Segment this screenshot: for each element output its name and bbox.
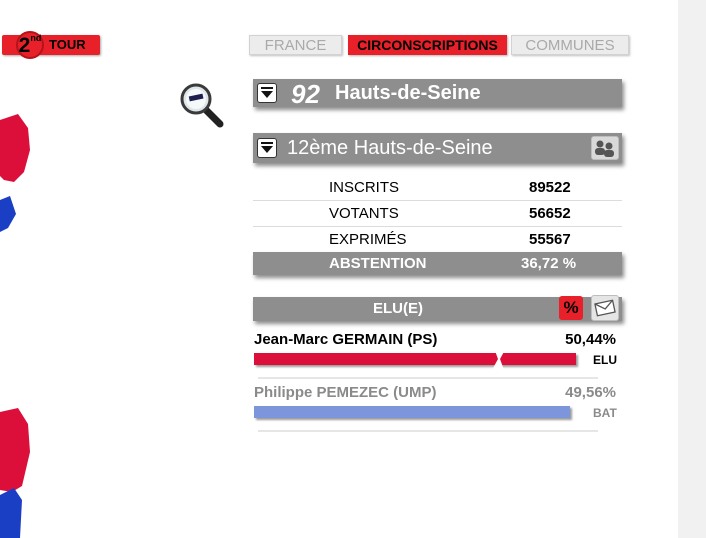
candidate-status: BAT [593,406,617,420]
stat-row-inscrits: INSCRITS 89522 [253,175,622,201]
candidate-percent: 50,44% [565,331,616,348]
candidate-status: ELU [593,353,617,367]
map-area-red-top [0,114,30,182]
department-header: 92 Hauts-de-Seine [253,79,622,109]
stat-label: VOTANTS [329,205,399,222]
round-label: TOUR [49,37,86,52]
elected-title: ELU(E) [373,300,423,317]
candidate-vote-bar [254,406,570,418]
map-area-blue-top [0,196,16,232]
map-area-red-bottom [0,408,30,492]
stat-value: 56652 [529,205,571,222]
candidate-name: Jean-Marc GERMAIN (PS) [254,331,438,348]
candidate-separator [258,377,598,379]
department-number: 92 [291,79,320,109]
stat-value: 55567 [529,231,571,248]
right-margin-strip [678,0,706,538]
candidate-percent: 49,56% [565,384,616,401]
department-toggle-icon[interactable] [257,83,277,103]
abstention-row: ABSTENTION 36,72 % [253,252,622,275]
constituency-map[interactable] [0,0,60,538]
envelope-icon[interactable] [591,295,619,321]
candidate-vote-bar [254,353,576,365]
bar-break-marker [492,348,506,370]
candidate-name: Philippe PEMEZEC (UMP) [254,384,437,401]
abstention-value: 36,72 % [521,255,577,272]
tab-circonscriptions[interactable]: CIRCONSCRIPTIONS [348,35,507,55]
stat-value: 89522 [529,179,571,196]
stat-label: EXPRIMÉS [329,231,407,248]
tab-france[interactable]: FRANCE [249,35,342,55]
circonscription-toggle-icon[interactable] [257,138,277,158]
candidate-separator [258,430,598,432]
abstention-label: ABSTENTION [329,255,427,272]
tab-communes[interactable]: COMMUNES [511,35,629,55]
stat-row-exprimes: EXPRIMÉS 55567 [253,227,622,252]
turnout-stats: INSCRITS 89522 VOTANTS 56652 EXPRIMÉS 55… [253,175,622,252]
group-icon[interactable] [591,136,619,160]
map-area-blue-bottom [0,488,22,538]
round-badge[interactable]: 2nd TOUR [2,31,100,59]
stat-label: INSCRITS [329,179,400,196]
round-number: 2nd [16,31,44,59]
elected-header: ELU(E) % [253,295,622,321]
percent-toggle-button[interactable]: % [559,296,583,320]
zoom-out-icon[interactable] [178,83,226,129]
circonscription-name: 12ème Hauts-de-Seine [287,137,493,159]
department-name: Hauts-de-Seine [335,82,481,104]
stat-row-votants: VOTANTS 56652 [253,201,622,227]
circonscription-header: 12ème Hauts-de-Seine [253,133,622,163]
